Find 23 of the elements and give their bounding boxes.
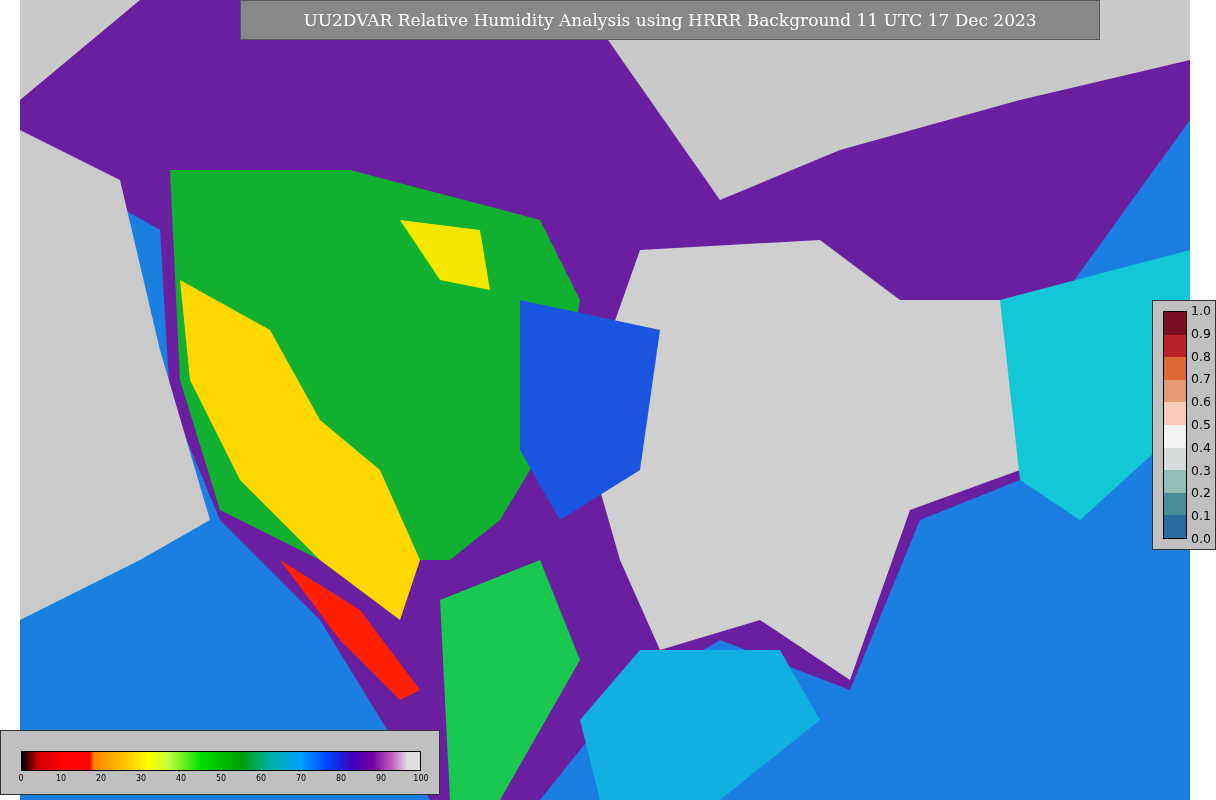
tick-label: 80 [334, 774, 348, 783]
tick-label: 1.0 [1191, 304, 1211, 318]
tick-label: 50 [214, 774, 228, 783]
tick-label: 60 [254, 774, 268, 783]
tick-label: 0.8 [1191, 349, 1211, 364]
tick-label: 0.6 [1191, 395, 1211, 410]
tick-label: 0 [17, 774, 25, 783]
tick-label: 0.7 [1191, 372, 1211, 387]
tick-label: 0.0 [1191, 531, 1211, 546]
tick-label: 30 [134, 774, 148, 783]
tick-label: 0.5 [1191, 418, 1211, 432]
tick-label: 0.1 [1191, 509, 1211, 524]
tick-label: 0.3 [1191, 463, 1211, 478]
tick-label: 0.4 [1191, 440, 1211, 455]
tick-label: 100 [412, 774, 430, 783]
tick-label: 0.9 [1191, 326, 1211, 341]
tick-label: 70 [294, 774, 308, 783]
map-title: UU2DVAR Relative Humidity Analysis using HRRR Background 11 UTC 17 Dec 2023 [240, 0, 1100, 40]
tick-label: 0.2 [1191, 486, 1211, 501]
tick-label: 20 [94, 774, 108, 783]
tick-label: 40 [174, 774, 188, 783]
tick-label: 90 [374, 774, 388, 783]
tick-label: 10 [54, 774, 68, 783]
